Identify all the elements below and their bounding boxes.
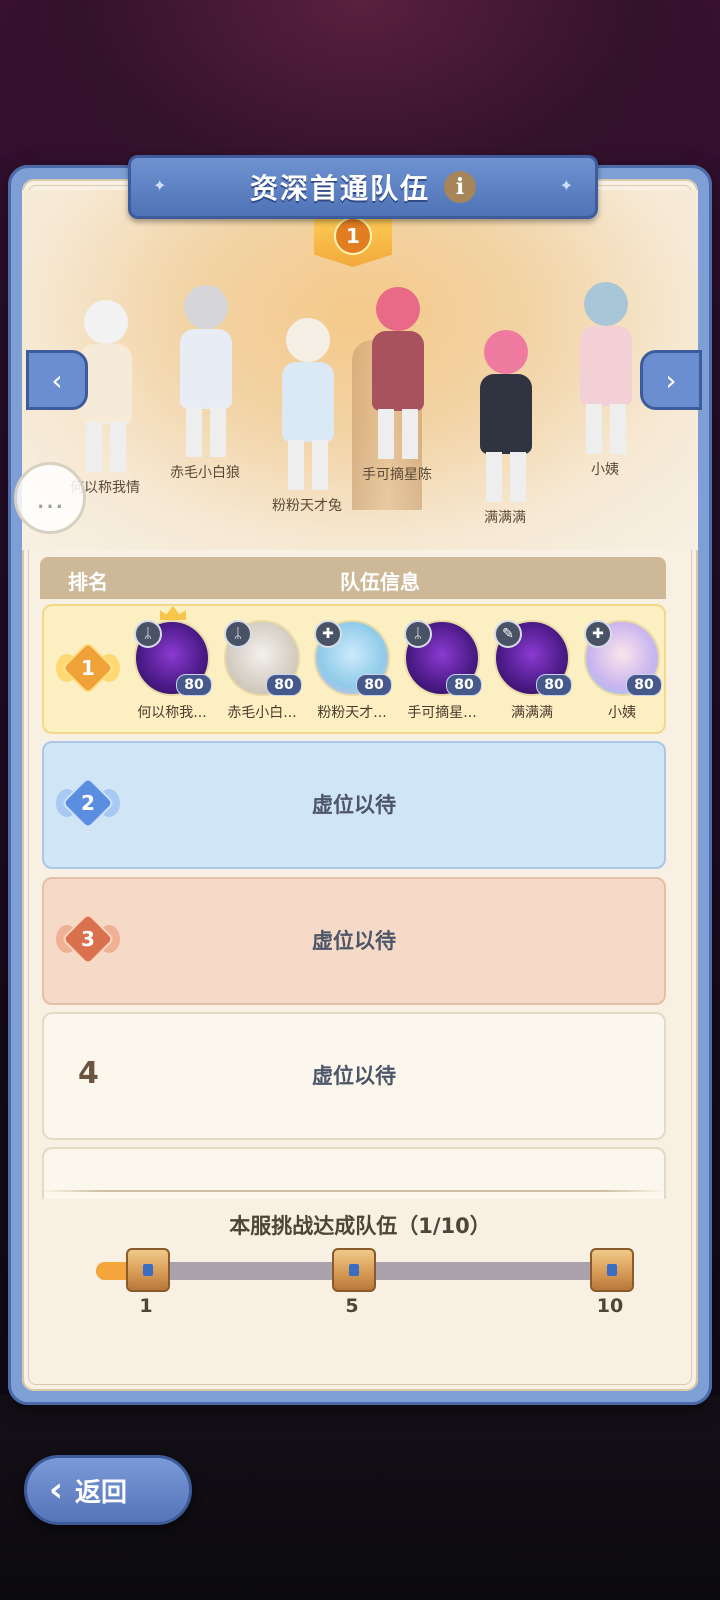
milestone-label: 1 [139,1295,153,1317]
member-portrait: ✚ 80 [584,620,662,696]
level-badge: 80 [356,674,392,696]
back-button[interactable]: ‹ 返回 [24,1455,192,1525]
chevron-right-icon: › [665,363,677,397]
character-figure: 手可摘星陈 [362,287,432,484]
empty-slot-text: 虚位以待 [312,929,396,953]
class-icon: ᛦ [134,620,162,648]
info-icon[interactable]: i [444,171,476,203]
character-figure: 粉粉天才兔 [272,318,342,515]
level-badge: 80 [266,674,302,696]
team-members: ᛦ 80 何以称我... ᛦ 80 赤毛小白... ✚ 80 粉粉天才... ᛦ 80 手可摘星...… [130,606,662,722]
milestone-label: 10 [596,1295,624,1317]
divider [40,1190,666,1192]
reward-chest-icon[interactable] [126,1248,170,1292]
character-name: 满满满 [484,510,526,526]
team-member[interactable]: ✚ 80 小姨 [580,620,664,722]
table-header: 排名 队伍信息 [40,557,666,599]
chat-button[interactable]: … [14,462,86,534]
team-member[interactable]: ᛦ 80 何以称我... [130,606,214,722]
character-figure: 小姨 [570,282,640,479]
star-icon: ✦ [153,176,167,195]
back-label: 返回 [75,1477,128,1508]
character-sprite [272,318,342,493]
character-sprite [362,287,432,462]
header-rank: 排名 [68,570,108,594]
back-arrow-icon: ‹ [49,1470,64,1510]
crown-icon [160,606,186,620]
rank-row-2[interactable]: 2 虚位以待 [42,741,666,869]
class-icon: ✚ [314,620,342,648]
level-badge: 80 [536,674,572,696]
next-team-button[interactable]: › [640,350,702,410]
prev-team-button[interactable]: ‹ [26,350,88,410]
character-name: 小姨 [591,462,619,478]
member-portrait: ✚ 80 [314,620,392,696]
character-figure: 满满满 [470,330,540,527]
level-badge: 80 [176,674,212,696]
class-icon: ᛦ [224,620,252,648]
empty-slot-text: 虚位以待 [312,1064,396,1088]
rank-3-badge: 3 [56,911,120,967]
class-icon: ✚ [584,620,612,648]
character-figure: 赤毛小白狼 [170,285,240,482]
chat-icon: … [36,481,64,515]
level-badge: 80 [626,674,662,696]
team-member[interactable]: ᛦ 80 手可摘星... [400,620,484,722]
title-ribbon: ✦ 资深首通队伍 i ✦ [128,155,598,219]
character-name: 手可摘星陈 [362,467,432,483]
member-name: 满满满 [511,705,553,721]
member-portrait: ✎ 80 [494,620,572,696]
member-portrait: ᛦ 80 [224,620,302,696]
chevron-left-icon: ‹ [51,363,63,397]
level-badge: 80 [446,674,482,696]
member-name: 小姨 [608,705,636,721]
member-portrait: ᛦ 80 [134,606,212,696]
reward-chest-icon[interactable] [332,1248,376,1292]
rank-2-badge: 2 [56,775,120,831]
character-sprite [170,285,240,460]
character-name: 赤毛小白狼 [170,465,240,481]
character-sprite [470,330,540,505]
member-portrait: ᛦ 80 [404,620,482,696]
milestone-label: 5 [345,1295,359,1317]
character-name: 粉粉天才兔 [272,498,342,514]
rank-row-4[interactable]: 4 虚位以待 [42,1012,666,1140]
member-name: 手可摘星... [407,705,477,721]
rank-row-3[interactable]: 3 虚位以待 [42,877,666,1005]
header-team-info: 队伍信息 [340,570,420,594]
page-title: 资深首通队伍 [249,172,430,205]
empty-slot-text: 虚位以待 [312,793,396,817]
star-icon: ✦ [559,176,573,195]
class-icon: ᛦ [404,620,432,648]
member-name: 何以称我... [137,705,207,721]
rank-1-badge: 1 [56,640,120,696]
team-member[interactable]: ✎ 80 满满满 [490,620,574,722]
team-member[interactable]: ᛦ 80 赤毛小白... [220,620,304,722]
member-name: 粉粉天才... [317,705,387,721]
rank-row-1[interactable]: 1 ᛦ 80 何以称我... ᛦ 80 赤毛小白... ✚ 80 粉粉天才... ᛦ 80 手可摘星.… [42,604,666,734]
class-icon: ✎ [494,620,522,648]
team-member[interactable]: ✚ 80 粉粉天才... [310,620,394,722]
reward-chest-icon[interactable] [590,1248,634,1292]
server-progress-label: 本服挑战达成队伍（1/10） [229,1214,491,1238]
rank-medal-icon: 1 [334,217,372,255]
character-sprite [570,282,640,457]
member-name: 赤毛小白... [227,705,297,721]
